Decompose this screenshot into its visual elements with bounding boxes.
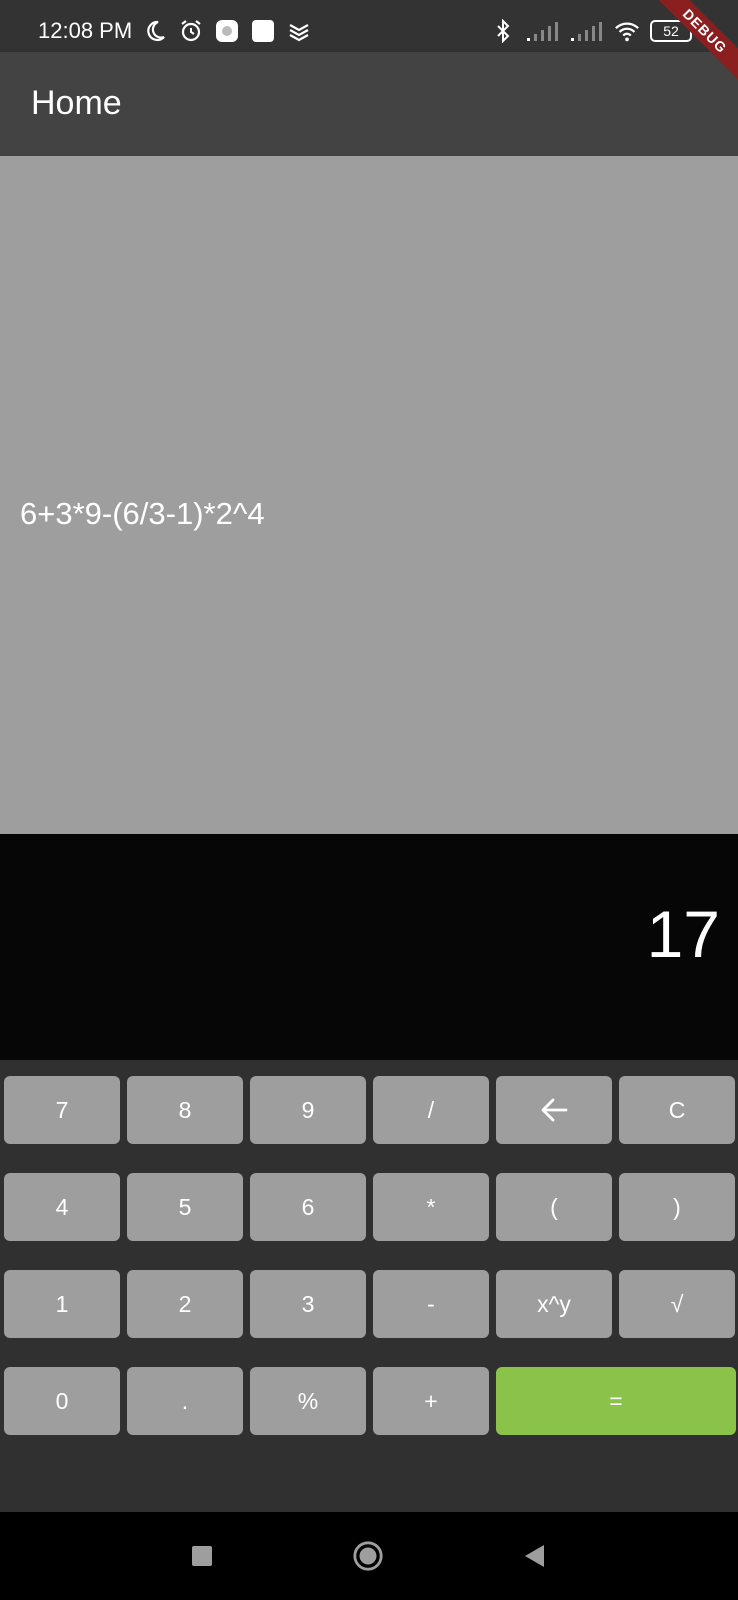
key-5[interactable]: 5: [127, 1173, 243, 1241]
key-2[interactable]: 2: [127, 1270, 243, 1338]
signal-icon: [526, 18, 560, 44]
result-display: 17: [0, 834, 738, 1060]
key-add[interactable]: +: [373, 1367, 489, 1435]
keypad: 7 8 9 / C 4 5 6 * ( ) 1 2 3 - x^y √ 0 . …: [0, 1060, 738, 1512]
key-9[interactable]: 9: [250, 1076, 366, 1144]
status-right-icons: 52: [490, 18, 692, 44]
key-divide[interactable]: /: [373, 1076, 489, 1144]
expression-text: 6+3*9-(6/3-1)*2^4: [20, 496, 265, 531]
key-subtract[interactable]: -: [373, 1270, 489, 1338]
bluetooth-icon: [490, 18, 516, 44]
key-8[interactable]: 8: [127, 1076, 243, 1144]
alarm-icon: [178, 18, 204, 44]
system-nav-bar: [0, 1512, 738, 1600]
key-7[interactable]: 7: [4, 1076, 120, 1144]
status-time: 12:08 PM: [38, 18, 133, 43]
equals-button[interactable]: =: [496, 1367, 736, 1435]
expression-display: 6+3*9-(6/3-1)*2^4: [0, 156, 738, 834]
key-6[interactable]: 6: [250, 1173, 366, 1241]
key-multiply[interactable]: *: [373, 1173, 489, 1241]
key-decimal[interactable]: .: [127, 1367, 243, 1435]
key-sqrt[interactable]: √: [619, 1270, 735, 1338]
key-1[interactable]: 1: [4, 1270, 120, 1338]
page-title: Home: [31, 84, 122, 122]
back-triangle-icon[interactable]: [518, 1540, 550, 1572]
backspace-button[interactable]: [496, 1076, 612, 1144]
layers-icon: [286, 18, 312, 44]
result-text: 17: [646, 897, 720, 971]
clear-button[interactable]: C: [619, 1076, 735, 1144]
home-circle-icon[interactable]: [352, 1540, 384, 1572]
key-open-paren[interactable]: (: [496, 1173, 612, 1241]
app-notification-icon: [214, 18, 240, 44]
arrow-left-icon: [541, 1098, 568, 1122]
square-notification-icon: [250, 18, 276, 44]
key-4[interactable]: 4: [4, 1173, 120, 1241]
moon-icon: [142, 18, 168, 44]
key-close-paren[interactable]: ): [619, 1173, 735, 1241]
status-left-icons: [142, 18, 312, 44]
signal-icon: [570, 18, 604, 44]
key-0[interactable]: 0: [4, 1367, 120, 1435]
key-3[interactable]: 3: [250, 1270, 366, 1338]
app-bar: Home: [0, 52, 738, 156]
status-bar: 12:08 PM 52: [0, 0, 738, 52]
recents-square-icon[interactable]: [186, 1540, 218, 1572]
key-power[interactable]: x^y: [496, 1270, 612, 1338]
key-percent[interactable]: %: [250, 1367, 366, 1435]
wifi-icon: [614, 18, 640, 44]
